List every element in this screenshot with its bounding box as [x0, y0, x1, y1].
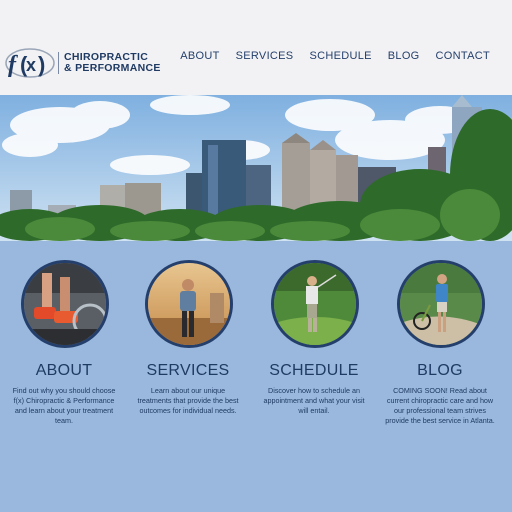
svg-text:x: x	[26, 55, 36, 75]
feature-services-title[interactable]: SERVICES	[127, 362, 249, 380]
nav-about[interactable]: ABOUT	[180, 50, 219, 62]
nav-services[interactable]: SERVICES	[236, 50, 294, 62]
nav-schedule[interactable]: SCHEDULE	[309, 50, 371, 62]
feature-blog-text: COMING SOON! Read about current chiropra…	[385, 386, 495, 425]
feature-blog-title[interactable]: BLOG	[379, 362, 501, 380]
features-section: ABOUT Find out why you should choose f(x…	[0, 241, 512, 512]
feature-about-title[interactable]: ABOUT	[3, 362, 125, 380]
svg-text:): )	[38, 52, 45, 77]
nav-contact[interactable]: CONTACT	[436, 50, 490, 62]
site-header: f ( x ) CHIROPRACTIC & PERFORMANCE ABOUT…	[0, 0, 512, 95]
cyclist-photo-icon[interactable]	[397, 260, 485, 348]
brand-name: CHIROPRACTIC & PERFORMANCE	[58, 52, 161, 74]
golfer-photo-icon[interactable]	[271, 260, 359, 348]
feature-schedule-text: Discover how to schedule an appointment …	[263, 386, 365, 415]
hero-skyline-image	[0, 95, 512, 241]
fx-logo-icon: f ( x )	[4, 46, 56, 80]
feature-about-text: Find out why you should choose f(x) Chir…	[12, 386, 116, 425]
man-outdoors-photo-icon[interactable]	[145, 260, 233, 348]
main-nav: ABOUT SERVICES SCHEDULE BLOG CONTACT	[180, 50, 490, 62]
athlete-shoes-photo-icon[interactable]	[21, 260, 109, 348]
brand-name-line2: & PERFORMANCE	[64, 62, 161, 74]
brand-logo[interactable]: f ( x ) CHIROPRACTIC & PERFORMANCE	[4, 46, 161, 80]
nav-blog[interactable]: BLOG	[388, 50, 420, 62]
feature-services-text: Learn about our unique treatments that p…	[137, 386, 239, 415]
feature-schedule-title[interactable]: SCHEDULE	[253, 362, 375, 380]
